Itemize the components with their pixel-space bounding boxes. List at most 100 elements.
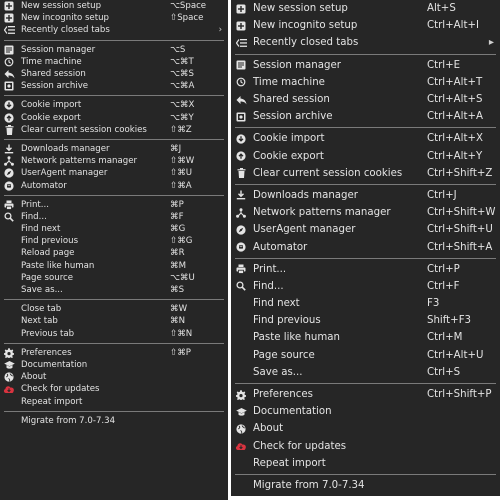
menu-item-check-for-updates[interactable]: Check for updates: [231, 438, 500, 455]
download-icon: [233, 190, 249, 200]
menu-group: Close tab ⌘W Next tab ⌘N Previous tab ⇧⌘N: [0, 303, 228, 340]
robot-icon: [2, 180, 16, 191]
menu-item-session-archive[interactable]: Session archive ⌥⌘A: [0, 80, 228, 92]
menu-item-shortcut: Ctrl+Shift+U: [427, 224, 493, 236]
menu-item-cookie-import[interactable]: Cookie import Ctrl+Alt+X: [231, 130, 500, 147]
menu-item-clear-current-session-cookies[interactable]: Clear current session cookies ⇧⌘Z: [0, 124, 228, 136]
menu-item-next-tab[interactable]: Next tab ⌘N: [0, 315, 228, 327]
menu-item-find-next[interactable]: Find next ⌘G: [0, 223, 228, 235]
menu-item-migrate-from-7-0-7-34[interactable]: Migrate from 7.0-7.34: [231, 477, 500, 494]
menu-item-downloads-manager[interactable]: Downloads manager ⌘J: [0, 143, 228, 155]
graduation-cap-icon: [233, 407, 249, 417]
menu-item-label: Reload page: [21, 248, 75, 259]
menu-item-label: Check for updates: [21, 384, 100, 395]
menu-item-page-source[interactable]: Page source Ctrl+Alt+U: [231, 347, 500, 364]
menu-item-shortcut: ⌘F: [170, 211, 184, 222]
menu-item-migrate-from-7-0-7-34[interactable]: Migrate from 7.0-7.34: [0, 415, 228, 427]
menu-item-useragent-manager[interactable]: UserAgent manager Ctrl+Shift+U: [231, 221, 500, 238]
menu-item-label: Session archive: [21, 81, 89, 92]
session-manager-icon: [233, 60, 249, 70]
plus-box-icon: [233, 4, 249, 14]
menu-item-label: Migrate from 7.0-7.34: [21, 415, 116, 426]
menu-separator: [4, 342, 224, 344]
menu-item-close-tab[interactable]: Close tab ⌘W: [0, 303, 228, 315]
archive-icon: [2, 81, 16, 91]
menu-item-useragent-manager[interactable]: UserAgent manager ⇧⌘U: [0, 167, 228, 179]
menu-item-shortcut: ⇧⌘P: [170, 347, 191, 358]
menu-item-shortcut: ⌥⌘T: [170, 56, 194, 67]
history-icon: [233, 77, 249, 87]
menu-item-label: Time machine: [21, 56, 82, 67]
menu-item-shared-session[interactable]: Shared session Ctrl+Alt+S: [231, 91, 500, 108]
menu-item-automator[interactable]: Automator ⇧⌘A: [0, 179, 228, 191]
menu-item-previous-tab[interactable]: Previous tab ⇧⌘N: [0, 328, 228, 340]
menu-item-cookie-export[interactable]: Cookie export ⌥⌘Y: [0, 112, 228, 124]
menu-item-label: About: [253, 423, 284, 435]
menu-item-print[interactable]: Print... ⌘P: [0, 199, 228, 211]
menu-item-save-as[interactable]: Save as... ⌘S: [0, 284, 228, 296]
menu-item-label: About: [21, 372, 47, 383]
menu-group: Cookie import ⌥⌘X Cookie export ⌥⌘Y Clear cu…: [0, 99, 228, 136]
menu-item-paste-like-human[interactable]: Paste like human ⌘M: [0, 260, 228, 272]
menu-item-session-archive[interactable]: Session archive Ctrl+Alt+A: [231, 108, 500, 125]
menu-item-new-session-setup[interactable]: New session setup Alt+S: [231, 0, 500, 17]
menu-item-recently-closed-tabs[interactable]: Recently closed tabs ▸: [231, 34, 500, 51]
menu-item-network-patterns-manager[interactable]: Network patterns manager Ctrl+Shift+W: [231, 204, 500, 221]
menu-item-save-as[interactable]: Save as... Ctrl+S: [231, 364, 500, 381]
menu-item-shortcut: ⌘S: [170, 285, 185, 296]
menu-item-time-machine[interactable]: Time machine ⌥⌘T: [0, 56, 228, 68]
menu-item-find[interactable]: Find... Ctrl+F: [231, 278, 500, 295]
menu-item-downloads-manager[interactable]: Downloads manager Ctrl+J: [231, 187, 500, 204]
menu-item-documentation[interactable]: Documentation: [0, 359, 228, 371]
menu-item-cookie-export[interactable]: Cookie export Ctrl+Alt+Y: [231, 148, 500, 165]
menu-item-label: Find next: [253, 298, 300, 310]
menu-item-label: Close tab: [21, 304, 62, 315]
menu-item-preferences[interactable]: Preferences ⇧⌘P: [0, 347, 228, 359]
menu-item-find-next[interactable]: Find next F3: [231, 295, 500, 312]
menu-separator: [235, 53, 496, 55]
menu-item-page-source[interactable]: Page source ⌥⌘U: [0, 272, 228, 284]
menu-item-shortcut: ⌘N: [170, 316, 186, 327]
menu-item-about[interactable]: About: [0, 371, 228, 383]
menu-item-label: Downloads manager: [253, 189, 358, 201]
menu-item-shared-session[interactable]: Shared session ⌥⌘S: [0, 68, 228, 80]
menu-item-automator[interactable]: Automator Ctrl+Shift+A: [231, 238, 500, 255]
menu-item-check-for-updates[interactable]: Check for updates: [0, 383, 228, 395]
menu-item-label: Find next: [21, 224, 61, 235]
menu-item-time-machine[interactable]: Time machine Ctrl+Alt+T: [231, 74, 500, 91]
trash-icon: [2, 124, 16, 135]
menu-item-new-incognito-setup[interactable]: New incognito setup Ctrl+Alt+I: [231, 17, 500, 34]
menu-item-recently-closed-tabs[interactable]: Recently closed tabs ›: [0, 24, 228, 36]
menu-item-find-previous[interactable]: Find previous Shift+F3: [231, 312, 500, 329]
menu-item-clear-current-session-cookies[interactable]: Clear current session cookies Ctrl+Shift+…: [231, 165, 500, 182]
menu-item-label: Automator: [21, 180, 67, 191]
menu-item-shortcut: Ctrl+Shift+Z: [427, 167, 493, 179]
menu-item-repeat-import[interactable]: Repeat import: [231, 455, 500, 472]
menu-item-cookie-import[interactable]: Cookie import ⌥⌘X: [0, 99, 228, 111]
menu-separator: [235, 183, 496, 185]
menu-item-reload-page[interactable]: Reload page ⌘R: [0, 247, 228, 259]
menu-group: New session setup Alt+S New incognito setu…: [231, 0, 500, 52]
menu-item-shortcut: ⇧⌘N: [170, 328, 193, 339]
history-icon: [2, 57, 16, 67]
menu-item-print[interactable]: Print... Ctrl+P: [231, 261, 500, 278]
menu-item-session-manager[interactable]: Session manager Ctrl+E: [231, 57, 500, 74]
menu-item-label: Preferences: [21, 347, 72, 358]
menu-item-find-previous[interactable]: Find previous ⇧⌘G: [0, 235, 228, 247]
menu-item-new-session-setup[interactable]: New session setup ⌥Space: [0, 0, 228, 12]
menu-item-about[interactable]: About: [231, 420, 500, 437]
menu-item-network-patterns-manager[interactable]: Network patterns manager ⇧⌘W: [0, 155, 228, 167]
menu-item-repeat-import[interactable]: Repeat import: [0, 395, 228, 407]
archive-icon: [233, 112, 249, 122]
menu-item-paste-like-human[interactable]: Paste like human Ctrl+M: [231, 329, 500, 346]
menu-separator: [235, 127, 496, 129]
menu-group: Session manager ⌥S Time machine ⌥⌘T Shared s…: [0, 44, 228, 93]
menu-item-find[interactable]: Find... ⌘F: [0, 211, 228, 223]
menu-item-documentation[interactable]: Documentation: [231, 403, 500, 420]
menu-item-label: Session manager: [21, 44, 96, 55]
menu-item-shortcut: Ctrl+S: [427, 366, 461, 378]
menu-item-session-manager[interactable]: Session manager ⌥S: [0, 44, 228, 56]
menu-item-new-incognito-setup[interactable]: New incognito setup ⇧Space: [0, 12, 228, 24]
menu-item-preferences[interactable]: Preferences Ctrl+Shift+P: [231, 386, 500, 403]
menu-item-label: Find...: [253, 280, 284, 292]
